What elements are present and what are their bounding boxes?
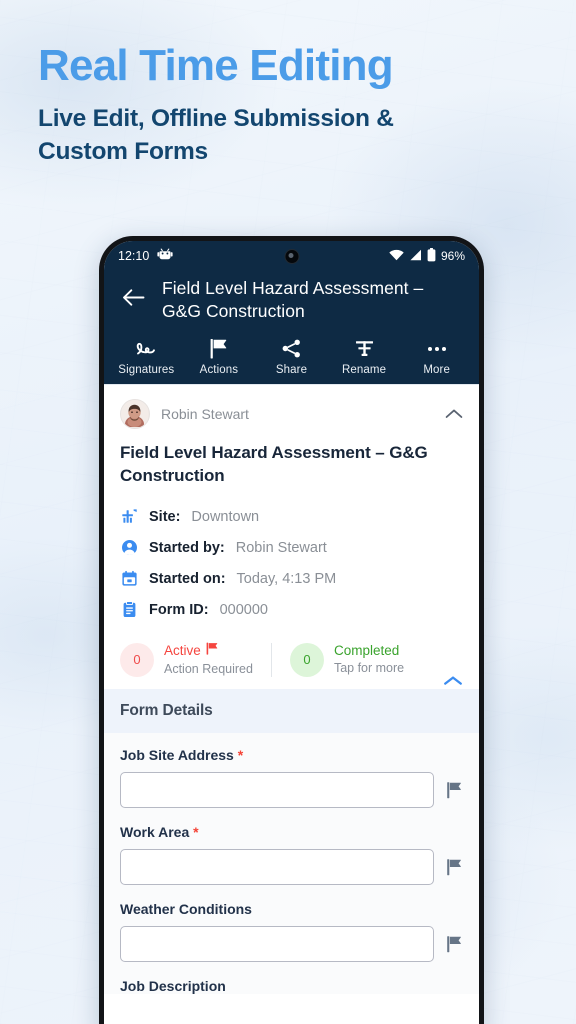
meta-row-form-id: Form ID: 000000: [120, 594, 463, 625]
meta-value: Robin Stewart: [235, 539, 327, 556]
flag-icon[interactable]: [445, 781, 463, 799]
flag-icon[interactable]: [445, 858, 463, 876]
meta-row-started-on: Started on: Today, 4:13 PM: [120, 563, 463, 594]
wifi-icon: [389, 249, 404, 264]
android-robot-icon: [157, 248, 173, 264]
promo-headline-block: Real Time Editing Live Edit, Offline Sub…: [38, 42, 538, 168]
chevron-up-icon[interactable]: [445, 408, 463, 420]
active-title: Active: [164, 642, 201, 658]
status-strip: 0 Active Action Required 0 Completed Tap…: [120, 635, 463, 689]
meta-label: Started by:: [149, 539, 225, 556]
meta-label: Form ID:: [149, 601, 209, 618]
share-icon: [281, 338, 302, 360]
meta-value: 000000: [219, 601, 268, 618]
field-row: [120, 926, 463, 963]
metadata-list: Site: Downtown Started by: Robin Stewart: [120, 501, 463, 625]
page-title: Field Level Hazard Assessment – G&G Cons…: [162, 278, 424, 322]
chevron-up-icon[interactable]: [443, 675, 463, 687]
cellular-signal-icon: [409, 249, 422, 264]
toolbar-item-actions[interactable]: Actions: [183, 338, 256, 376]
active-subtitle: Action Required: [164, 661, 253, 676]
meta-row-site: Site: Downtown: [120, 501, 463, 532]
active-title-row: Active: [164, 642, 253, 659]
completed-title: Completed: [333, 642, 400, 658]
field-group-work-area: Work Area *: [120, 824, 463, 886]
field-label-text: Weather Conditions: [120, 901, 252, 918]
field-label: Job Site Address *: [120, 747, 463, 763]
text-format-icon: [354, 338, 375, 360]
meta-label: Site:: [149, 508, 181, 525]
field-label-text: Work Area: [120, 824, 190, 841]
avatar-name: Robin Stewart: [161, 405, 249, 422]
field-group-job-site-address: Job Site Address *: [120, 747, 463, 809]
phone-frame: 12:10 96% Field Level Hazard Assessment …: [99, 236, 484, 1024]
toolbar-item-signatures[interactable]: Signatures: [110, 338, 183, 376]
field-label: Work Area *: [120, 824, 463, 840]
status-bar-time: 12:10: [118, 249, 150, 263]
app-bar: Field Level Hazard Assessment – G&G Cons…: [104, 271, 479, 336]
battery-icon: [427, 247, 436, 265]
meta-row-started-by: Started by: Robin Stewart: [120, 532, 463, 563]
active-count-badge: 0: [120, 642, 154, 677]
required-asterisk: *: [193, 824, 199, 841]
weather-conditions-input[interactable]: [120, 926, 434, 963]
camera-punch-hole: [284, 249, 299, 264]
red-flag-icon: [206, 642, 218, 659]
flag-icon[interactable]: [445, 935, 463, 953]
form-details-section-header: Form Details: [104, 689, 479, 734]
toolbar-item-more[interactable]: More: [400, 338, 473, 376]
work-area-input[interactable]: [120, 849, 434, 886]
card-title: Field Level Hazard Assessment – G&G Cons…: [120, 442, 428, 485]
card-header-row: Robin Stewart: [120, 398, 463, 429]
field-label: Weather Conditions: [120, 901, 463, 917]
calendar-icon: [120, 570, 138, 588]
completed-texts: Completed Tap for more: [334, 643, 404, 677]
promo-headline: Real Time Editing: [38, 41, 394, 90]
field-label-job-description: Job Description: [120, 978, 226, 995]
status-block-completed[interactable]: 0 Completed Tap for more: [289, 642, 422, 677]
site-icon: [120, 508, 138, 526]
arrow-left-icon: [122, 288, 145, 312]
meta-value: Today, 4:13 PM: [236, 570, 337, 587]
field-row: [120, 772, 463, 809]
toolbar-item-share[interactable]: Share: [255, 338, 328, 376]
form-fields-container: Job Site Address * Work Area * Weather C…: [104, 733, 479, 995]
status-block-active[interactable]: 0 Active Action Required: [120, 642, 271, 677]
meta-label: Started on:: [149, 570, 226, 587]
toolbar-label: Rename: [342, 363, 387, 376]
signature-icon: [135, 338, 158, 360]
toolbar-label: Actions: [199, 363, 239, 376]
more-horizontal-icon: [427, 338, 446, 360]
clipboard-icon: [120, 601, 138, 619]
form-summary-card: Robin Stewart Field Level Hazard Assessm…: [104, 383, 479, 690]
avatar: [120, 398, 150, 429]
active-texts: Active Action Required: [164, 642, 253, 677]
job-site-address-input[interactable]: [120, 772, 434, 809]
action-toolbar: Signatures Actions Share Rename More: [104, 335, 479, 384]
battery-percent-label: 96%: [440, 249, 465, 263]
flag-icon: [209, 338, 228, 360]
completed-subtitle: Tap for more: [333, 661, 405, 676]
status-bar-right: 96%: [389, 247, 465, 265]
completed-count-badge: 0: [289, 642, 324, 677]
field-label-text: Job Site Address: [120, 747, 234, 764]
field-group-weather-conditions: Weather Conditions: [120, 901, 463, 963]
status-divider: [270, 642, 272, 677]
person-icon: [120, 539, 138, 557]
toolbar-label: Share: [275, 363, 308, 376]
back-button[interactable]: [114, 281, 152, 319]
toolbar-label: More: [423, 363, 450, 376]
meta-value: Downtown: [191, 508, 260, 525]
field-row: [120, 849, 463, 886]
required-asterisk: *: [237, 747, 244, 764]
status-bar-left: 12:10: [118, 248, 173, 264]
toolbar-item-rename[interactable]: Rename: [328, 338, 401, 376]
toolbar-label: Signatures: [118, 363, 175, 376]
promo-subheadline: Live Edit, Offline Submission & Custom F…: [38, 104, 394, 165]
status-bar: 12:10 96%: [104, 241, 479, 271]
phone-screen: 12:10 96% Field Level Hazard Assessment …: [104, 241, 479, 1024]
